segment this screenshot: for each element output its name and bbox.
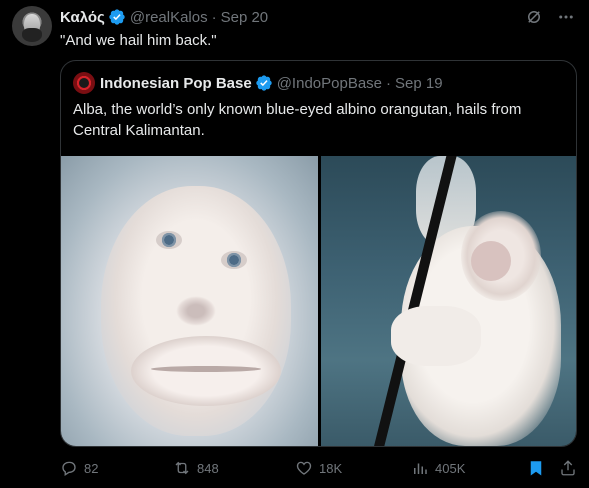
repost-icon	[175, 461, 189, 475]
repost-button[interactable]: 848	[173, 458, 219, 478]
photo-detail	[151, 366, 261, 372]
tweet-text: "And we hail him back."	[60, 32, 217, 49]
like-count: 18K	[319, 460, 343, 476]
quoted-tweet-card[interactable]: Indonesian Pop Base @IndoPopBase · Sep 1…	[60, 60, 577, 447]
avatar-beard	[22, 28, 42, 42]
author-avatar[interactable]	[12, 6, 52, 46]
photo-detail	[471, 241, 511, 281]
views-icon	[414, 463, 427, 474]
media-grid	[61, 156, 576, 446]
tweet-action-bar: 82 848 18K 405K	[60, 458, 580, 478]
author-handle[interactable]: @realKalos	[130, 9, 208, 26]
photo-detail	[176, 296, 216, 326]
quoted-author-handle: @IndoPopBase	[276, 74, 383, 92]
orangutan-climbing-photo[interactable]	[321, 156, 576, 446]
share-button[interactable]	[559, 458, 577, 478]
orangutan-face-photo[interactable]	[61, 156, 318, 446]
heart-icon	[296, 461, 312, 475]
reply-button[interactable]: 82	[60, 458, 98, 478]
separator: ·	[211, 8, 217, 26]
more-icon[interactable]	[557, 8, 575, 26]
share-icon	[561, 460, 575, 476]
quoted-tweet-date: Sep 19	[395, 74, 443, 92]
quoted-author-name: Indonesian Pop Base	[100, 74, 252, 92]
author-name[interactable]: Καλός	[60, 9, 105, 26]
tweet-date[interactable]: Sep 20	[221, 9, 269, 26]
quoted-tweet-header: Indonesian Pop Base @IndoPopBase · Sep 1…	[73, 72, 443, 94]
verified-badge-icon	[256, 75, 272, 91]
tweet-top-actions	[525, 8, 575, 26]
views-button[interactable]: 405K	[411, 458, 465, 478]
tweet-header: Καλός @realKalos · Sep 20	[60, 7, 268, 27]
views-count: 405K	[435, 460, 466, 476]
photo-detail	[391, 306, 481, 366]
grok-icon[interactable]	[525, 8, 543, 26]
photo-detail	[156, 231, 182, 249]
repost-count: 848	[197, 460, 219, 476]
photo-detail	[221, 251, 247, 269]
bookmark-button[interactable]	[527, 458, 545, 478]
quoted-tweet-text: Alba, the world’s only known blue-eyed a…	[73, 101, 522, 139]
separator: ·	[386, 74, 392, 92]
bookmark-icon	[530, 461, 542, 476]
quoted-author-avatar	[73, 72, 95, 94]
verified-badge-icon	[109, 9, 125, 25]
reply-count: 82	[84, 460, 99, 476]
reply-icon	[62, 461, 76, 477]
like-button[interactable]: 18K	[295, 458, 342, 478]
